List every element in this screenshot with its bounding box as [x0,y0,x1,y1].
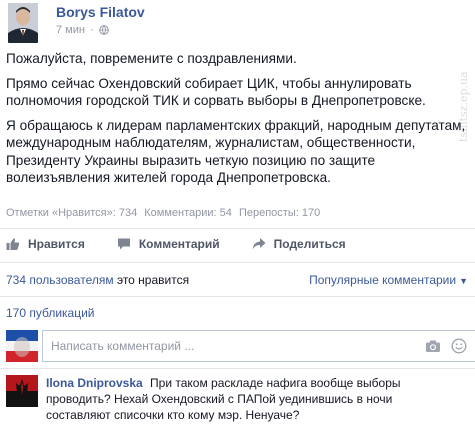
likes-summary-row: 734 пользователям это нравится Популярны… [6,273,468,287]
post-paragraph: Прямо сейчас Охендовский собирает ЦИК, ч… [6,75,426,109]
likes-stat[interactable]: Отметки «Нравится»: 734 [6,207,137,219]
shares-stat[interactable]: Перепосты: 170 [239,207,320,219]
likes-suffix: это нравится [116,273,190,287]
comment-item: Ilona Dniprovska При таком раскладе нафи… [6,375,446,423]
divider [0,228,475,229]
post-stats: Отметки «Нравится»: 734 Комментарии: 54 … [6,207,324,219]
likes-summary: 734 пользователям это нравится [6,273,189,287]
likers-link[interactable]: 734 пользователям [6,273,114,287]
post-header: Borys Filatov 7 мин · [8,3,145,43]
divider [0,368,475,369]
comment-composer: Написать комментарий ... [6,330,475,362]
post-text: Пожалуйста, повремените с поздравлениями… [6,50,466,194]
like-label: Нравится [28,237,85,251]
comment-sort-dropdown[interactable]: Популярные комментарии ▼ [309,273,468,287]
speech-bubble-icon [117,237,131,251]
comment-button[interactable]: Комментарий [117,237,220,251]
author-name-link[interactable]: Borys Filatov [56,4,145,20]
like-button[interactable]: Нравится [6,237,85,251]
divider [0,296,475,297]
chevron-down-icon: ▼ [459,276,468,286]
comment-sort-label: Популярные комментарии [309,273,457,287]
globe-icon [98,25,109,35]
meta-separator: · [89,24,94,36]
post-timestamp[interactable]: 7 мин [56,24,85,36]
shares-link[interactable]: 170 публикаций [6,306,95,320]
comment-input[interactable]: Написать комментарий ... [42,330,475,362]
comment-label: Комментарий [138,237,220,251]
smiley-icon[interactable] [451,338,467,354]
commenter-avatar[interactable] [6,375,38,407]
post-paragraph: Я обращаюсь к лидерам парламентских фрак… [6,117,466,186]
comment-author-link[interactable]: Ilona Dniprovska [46,376,143,390]
comments-stat[interactable]: Комментарии: 54 [144,207,232,219]
current-user-avatar [6,330,38,362]
camera-icon[interactable] [425,338,441,354]
share-button[interactable]: Поделиться [252,237,346,251]
divider [0,262,475,263]
comment-placeholder: Написать комментарий ... [51,339,195,353]
action-bar: Нравится Комментарий Поделиться [6,237,378,251]
share-arrow-icon [252,237,266,251]
post-paragraph: Пожалуйста, повремените с поздравлениями… [6,51,297,66]
share-label: Поделиться [273,237,346,251]
post-meta: 7 мин · [56,24,145,36]
author-avatar[interactable] [8,3,38,43]
thumbs-up-icon [6,237,20,251]
comment-body: Ilona Dniprovska При таком раскладе нафи… [46,375,446,423]
